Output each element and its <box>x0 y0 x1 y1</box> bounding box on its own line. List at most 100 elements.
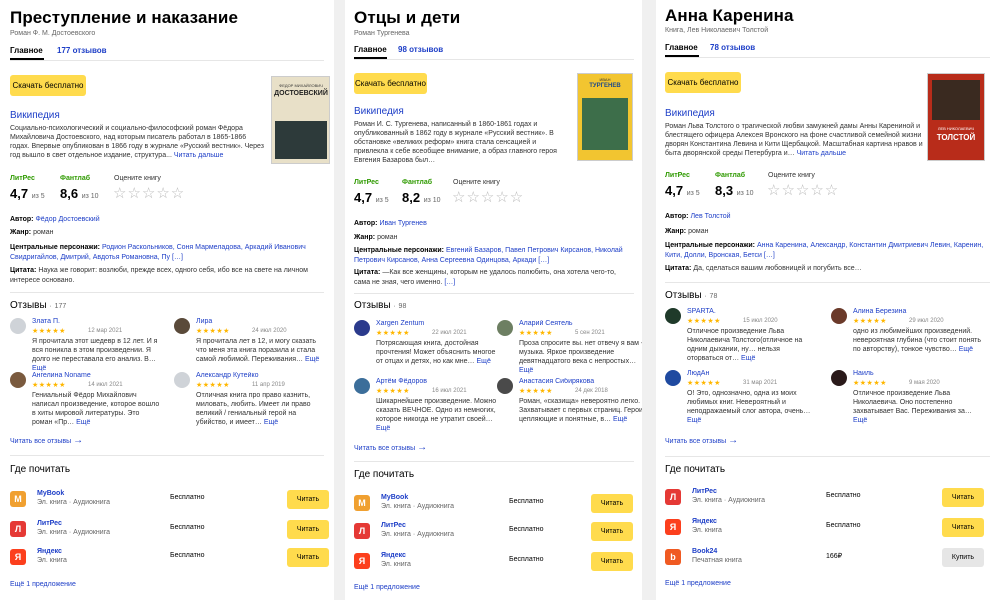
tab-reviews[interactable]: 78 отзывов <box>710 43 755 52</box>
review-more-link[interactable]: Ещё <box>687 417 701 424</box>
user-avatar[interactable] <box>665 370 681 386</box>
review-more-link[interactable]: Ещё <box>959 346 973 353</box>
read-more-link[interactable]: Читать дальше <box>797 150 846 157</box>
reviewer-name[interactable]: Анастасия Сибирякова <box>519 378 594 385</box>
book-subtitle: Книга, Лев Николаевич Толстой <box>665 27 769 34</box>
store-name[interactable]: MyBook <box>37 490 64 497</box>
user-avatar[interactable] <box>174 318 190 334</box>
tab-main[interactable]: Главное <box>354 45 387 54</box>
read-button[interactable]: Читать <box>942 518 984 537</box>
book-cover[interactable]: ЛЕВ НИКОЛАЕВИЧ ТОЛСТОЙ <box>927 73 985 161</box>
author-link[interactable]: Фёдор Достоевский <box>35 216 99 223</box>
reviewer-name[interactable]: Наиль <box>853 370 874 377</box>
reviews-count: 98 <box>398 303 407 310</box>
wikipedia-link[interactable]: Википедия <box>10 110 60 121</box>
reviewer-name[interactable]: Алина Березина <box>853 308 906 315</box>
store-row: Л ЛитРес Эл. книга · Аудиокнига Бесплатно Чи… <box>354 518 642 546</box>
fantlab-label: Фантлаб <box>402 179 433 186</box>
store-name[interactable]: ЛитРес <box>381 522 406 529</box>
book-cover[interactable]: ФЕДОР МИХАЙЛОВИЧ ДОСТОЕВСКИЙ <box>271 76 330 164</box>
genre-label: Жанр: <box>10 229 32 236</box>
user-avatar[interactable] <box>831 370 847 386</box>
reviewer-name[interactable]: Злата П. <box>32 318 60 325</box>
user-avatar[interactable] <box>665 308 681 324</box>
read-button[interactable]: Читать <box>287 520 329 539</box>
tab-reviews[interactable]: 98 отзывов <box>398 45 443 54</box>
wikipedia-link[interactable]: Википедия <box>665 108 715 119</box>
fantlab-scale: из 10 <box>736 190 754 197</box>
reviewer-name[interactable]: Лира <box>196 318 212 325</box>
author-link[interactable]: Иван Тургенев <box>379 220 426 227</box>
reviewer-name[interactable]: Артём Фёдоров <box>376 378 427 385</box>
review-more-link[interactable]: Ещё <box>32 365 46 372</box>
quote-more[interactable]: […] <box>444 279 455 286</box>
reviewer-name[interactable]: Аларий Сеятель <box>519 320 573 327</box>
user-avatar[interactable] <box>354 378 370 394</box>
reviewer-name[interactable]: Xargen Zentum <box>376 320 424 327</box>
read-button[interactable]: Читать <box>287 548 329 567</box>
download-free-button[interactable]: Скачать бесплатно <box>665 72 741 93</box>
review-more-link[interactable]: Ещё <box>519 367 533 374</box>
review-text: Отличная книга про право казнить, милова… <box>196 391 324 427</box>
fantlab-rating-value: 8,6 <box>60 186 79 201</box>
user-avatar[interactable] <box>174 372 190 388</box>
more-offers-link[interactable]: Ещё 1 предложение <box>10 581 76 588</box>
characters-more[interactable]: […] <box>172 254 183 261</box>
review-more-link[interactable]: Ещё <box>613 416 627 423</box>
read-all-reviews-link[interactable]: Читать все отзывы → <box>10 435 83 446</box>
review-more-link[interactable]: Ещё <box>76 419 90 426</box>
review-more-link[interactable]: Ещё <box>305 356 319 363</box>
download-free-button[interactable]: Скачать бесплатно <box>354 73 427 94</box>
user-avatar[interactable] <box>10 318 26 334</box>
store-name[interactable]: Яндекс <box>37 548 62 555</box>
more-offers-link[interactable]: Ещё 1 предложение <box>665 580 731 587</box>
book-cover[interactable]: ИВАН ТУРГЕНЕВ <box>577 73 633 161</box>
user-avatar[interactable] <box>497 378 513 394</box>
store-name[interactable]: MyBook <box>381 494 408 501</box>
more-offers-link[interactable]: Ещё 1 предложение <box>354 584 420 591</box>
read-button[interactable]: Читать <box>287 490 329 509</box>
author-link[interactable]: Лев Толстой <box>690 213 730 220</box>
read-button[interactable]: Читать <box>591 552 633 571</box>
tab-main[interactable]: Главное <box>10 46 43 55</box>
read-more-link[interactable]: Читать дальше <box>174 152 223 159</box>
rate-stars[interactable]: ☆☆☆☆☆ <box>767 181 839 199</box>
tab-reviews[interactable]: 177 отзывов <box>57 46 107 55</box>
review-text-body: Гениальный Фёдор Михайлович написал прои… <box>32 392 160 426</box>
review-more-link[interactable]: Ещё <box>264 419 278 426</box>
rate-stars[interactable]: ☆☆☆☆☆ <box>113 184 185 202</box>
user-avatar[interactable] <box>10 372 26 388</box>
characters-more[interactable]: […] <box>764 252 775 259</box>
read-button[interactable]: Читать <box>591 494 633 513</box>
read-button[interactable]: Читать <box>942 488 984 507</box>
book-card-crime-and-punishment: Преступление и наказание Роман Ф. М. Дос… <box>0 0 334 600</box>
review-more-link[interactable]: Ещё <box>376 425 390 432</box>
user-avatar[interactable] <box>497 320 513 336</box>
read-all-reviews-link[interactable]: Читать все отзывы → <box>665 435 738 446</box>
store-name[interactable]: Book24 <box>692 548 717 555</box>
read-button[interactable]: Читать <box>591 522 633 541</box>
wikipedia-link[interactable]: Википедия <box>354 106 404 117</box>
store-name[interactable]: ЛитРес <box>37 520 62 527</box>
user-avatar[interactable] <box>831 308 847 324</box>
reviewer-name[interactable]: Александр Кутейко <box>196 372 259 379</box>
rate-stars[interactable]: ☆☆☆☆☆ <box>452 188 524 206</box>
review-more-link[interactable]: Ещё <box>741 355 755 362</box>
store-name[interactable]: Яндекс <box>381 552 406 559</box>
user-avatar[interactable] <box>354 320 370 336</box>
review-text: Отличное произведение Льва Николаевича Т… <box>687 327 815 363</box>
characters-more[interactable]: […] <box>538 257 549 264</box>
download-free-button[interactable]: Скачать бесплатно <box>10 75 86 96</box>
review-more-link[interactable]: Ещё <box>477 358 491 365</box>
genre-label: Жанр: <box>354 234 376 241</box>
reviewer-name[interactable]: Ангелина Noname <box>32 372 91 379</box>
buy-button[interactable]: Купить <box>942 548 984 567</box>
review-more-link[interactable]: Ещё <box>853 417 867 424</box>
store-name[interactable]: Яндекс <box>692 518 717 525</box>
tab-main[interactable]: Главное <box>665 43 698 52</box>
store-name[interactable]: ЛитРес <box>692 488 717 495</box>
reviewer-name[interactable]: SPARTA. <box>687 308 716 315</box>
reviewer-name[interactable]: ЛюдАн <box>687 370 709 377</box>
litres-scale: из 5 <box>31 193 45 200</box>
read-all-reviews-link[interactable]: Читать все отзывы → <box>354 442 427 453</box>
